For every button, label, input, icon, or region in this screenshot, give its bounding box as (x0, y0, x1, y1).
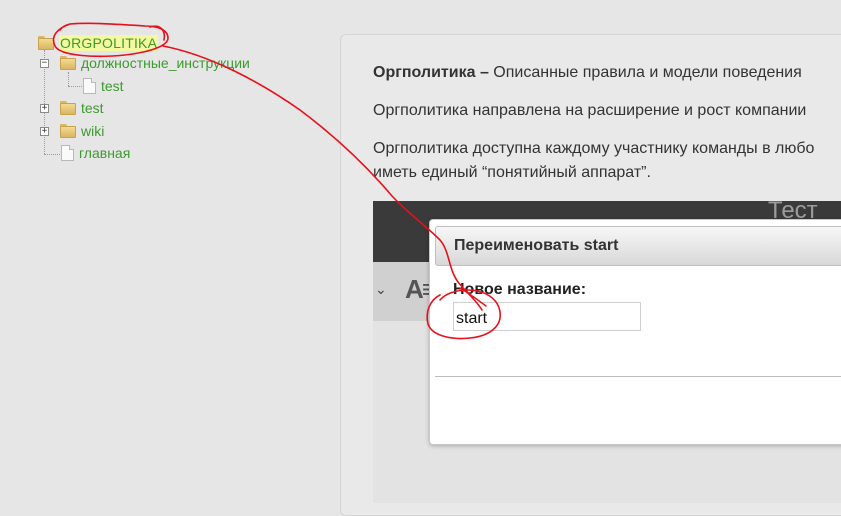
tree-item-glavnaya[interactable]: главная (61, 143, 130, 163)
tree-connector (68, 86, 82, 87)
paragraph-text: Описанные правила и модели поведения (488, 64, 802, 81)
collapse-toggle-icon[interactable]: − (40, 59, 49, 68)
tree-item-label[interactable]: wiki (81, 123, 104, 139)
chevron-down-icon: ⌄ (375, 281, 387, 297)
content-paragraph-1: Оргполитика – Описанные правила и модели… (373, 61, 802, 85)
folder-open-icon (60, 56, 77, 70)
new-name-input[interactable] (453, 302, 641, 331)
file-tree: ORGPOLITIKA − должностные_инструкции tes… (0, 0, 335, 503)
dialog-divider (435, 376, 841, 377)
content-paragraph-3: Оргполитика доступна каждому участнику к… (373, 140, 815, 157)
dialog-title: Переименовать start (454, 237, 619, 254)
dialog-header[interactable]: Переименовать start (435, 226, 841, 266)
tree-connector (44, 154, 60, 155)
content-paragraph-2: Оргполитика направлена на расширение и р… (373, 102, 807, 119)
new-name-label: Новое название: (453, 281, 587, 298)
tree-item-label[interactable]: главная (79, 145, 130, 161)
folder-open-icon (38, 36, 55, 50)
folder-icon (60, 124, 77, 138)
tree-connector (68, 72, 69, 86)
tree-item-label[interactable]: должностные_инструкции (81, 55, 250, 71)
tree-item-label[interactable]: test (81, 100, 104, 116)
expand-toggle-icon[interactable]: + (40, 104, 49, 113)
tree-item-label[interactable]: test (101, 78, 124, 94)
tree-item-wiki[interactable]: wiki (60, 121, 104, 141)
term-bold: Оргполитика – (373, 64, 489, 81)
tree-item-test-folder[interactable]: test (60, 98, 104, 118)
tree-item-test-page[interactable]: test (83, 76, 124, 96)
expand-toggle-icon[interactable]: + (40, 127, 49, 136)
content-paragraph-3-cont: иметь единый “понятийный аппарат”. (373, 164, 651, 181)
rename-dialog: Переименовать start Новое название: (429, 219, 841, 445)
page-icon (61, 145, 74, 161)
tree-item-label[interactable]: ORGPOLITIKA (59, 35, 159, 51)
folder-icon (60, 101, 77, 115)
tree-root-orgpolitika[interactable]: ORGPOLITIKA (38, 33, 159, 53)
tree-item-dolzhnostnye[interactable]: должностные_инструкции (60, 53, 250, 73)
page-icon (83, 78, 96, 94)
